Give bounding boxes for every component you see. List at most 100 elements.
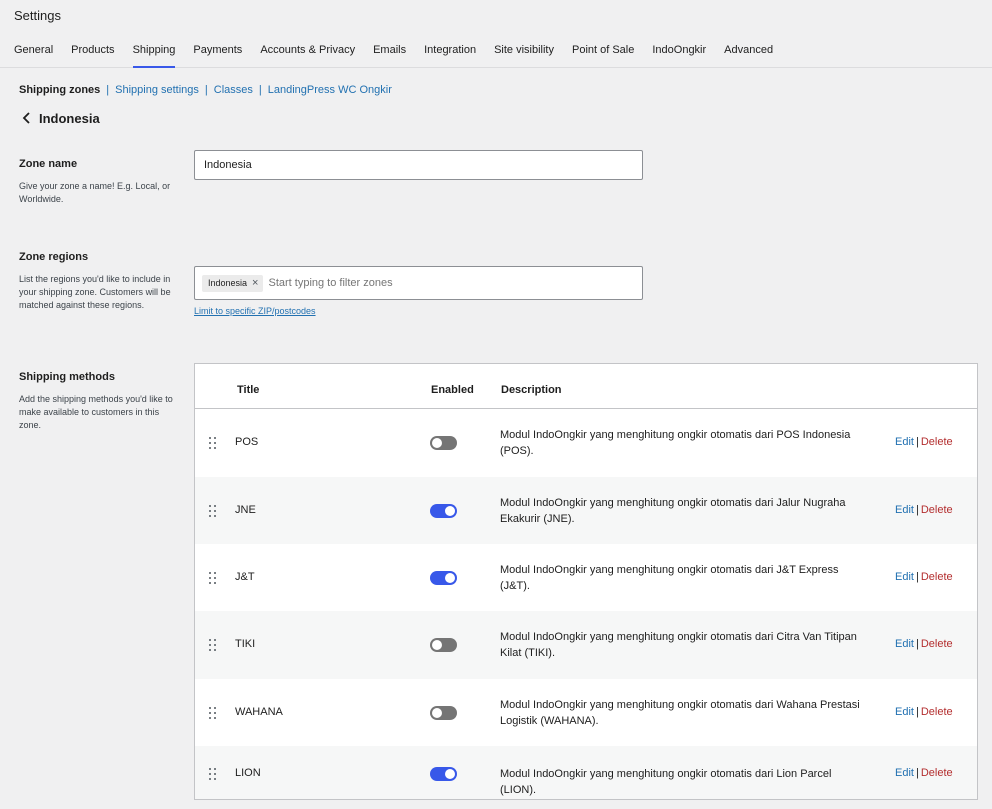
toggle-knob (445, 505, 455, 516)
zone-name-help: Give your zone a name! E.g. Local, or Wo… (19, 181, 171, 204)
drag-handle-icon[interactable] (209, 706, 217, 719)
tab-general[interactable]: General (14, 44, 53, 68)
method-enabled-toggle[interactable] (430, 436, 457, 450)
edit-method-link[interactable]: Edit (895, 638, 914, 650)
method-description: Modul IndoOngkir yang menghitung ongkir … (500, 563, 839, 592)
method-title: J&T (235, 570, 255, 583)
action-separator: | (915, 705, 919, 718)
table-header: Title Enabled Description (195, 364, 977, 409)
zone-title: Indonesia (39, 110, 100, 126)
region-chip-label: Indonesia (208, 278, 248, 288)
method-actions: Edit | Delete (895, 571, 953, 583)
method-description: Modul IndoOngkir yang menghitung ongkir … (500, 429, 851, 457)
zone-heading: Indonesia (20, 110, 100, 126)
method-title: TIKI (235, 638, 256, 650)
settings-tabs: General Products Shipping Payments Accou… (14, 44, 791, 68)
tab-products[interactable]: Products (71, 44, 114, 68)
method-description: Modul IndoOngkir yang menghitung ongkir … (500, 767, 832, 796)
subnav-classes[interactable]: Classes (214, 84, 253, 96)
settings-header: Settings General Products Shipping Payme… (0, 0, 992, 68)
method-title: LION (235, 766, 261, 779)
method-enabled-toggle[interactable] (430, 638, 457, 652)
tab-indoongkir[interactable]: IndoOngkir (652, 44, 706, 68)
tab-point-of-sale[interactable]: Point of Sale (572, 44, 634, 68)
toggle-knob (432, 438, 442, 448)
method-title: POS (235, 436, 259, 448)
method-actions: Edit | Delete (895, 436, 953, 448)
method-enabled-toggle[interactable] (430, 503, 457, 518)
table-row: POS Modul IndoOngkir yang menghitung ongk… (195, 409, 977, 477)
drag-handle-icon[interactable] (209, 571, 217, 584)
column-enabled: Enabled (431, 384, 474, 396)
toggle-knob (432, 707, 442, 718)
shipping-methods-section: Shipping methods Add the shipping method… (19, 371, 174, 432)
method-description: Modul IndoOngkir yang menghitung ongkir … (500, 698, 860, 727)
toggle-knob (432, 640, 442, 650)
subnav-shipping-zones: Shipping zones (19, 84, 101, 96)
tab-shipping[interactable]: Shipping (132, 44, 175, 68)
method-title: WAHANA (235, 705, 283, 718)
method-actions: Edit | Delete (895, 638, 953, 650)
tab-integration[interactable]: Integration (424, 44, 476, 68)
drag-handle-icon[interactable] (209, 437, 217, 449)
method-actions: Edit | Delete (895, 706, 953, 718)
tab-accounts-privacy[interactable]: Accounts & Privacy (260, 44, 355, 68)
edit-method-link[interactable]: Edit (895, 436, 914, 448)
zone-regions-section: Zone regions List the regions you'd like… (19, 251, 174, 312)
table-row: JNE Modul IndoOngkir yang menghitung ongk… (195, 477, 977, 544)
drag-handle-icon[interactable] (209, 504, 217, 517)
table-row: J&T Modul IndoOngkir yang menghitung ongk… (195, 544, 977, 611)
shipping-methods-help: Add the shipping methods you'd like to m… (19, 394, 173, 430)
close-icon[interactable]: × (252, 277, 258, 289)
method-title: JNE (235, 503, 256, 516)
method-actions: Edit | Delete (895, 767, 953, 779)
subnav-landingpress-wc-ongkir[interactable]: LandingPress WC Ongkir (268, 84, 392, 96)
delete-method-link[interactable]: Delete (921, 436, 953, 448)
tab-site-visibility[interactable]: Site visibility (494, 44, 554, 68)
zone-regions-field[interactable]: Indonesia × (194, 266, 643, 300)
toggle-knob (445, 768, 455, 779)
chevron-left-icon[interactable] (20, 110, 34, 126)
tab-payments[interactable]: Payments (193, 44, 242, 68)
subnav-shipping-settings[interactable]: Shipping settings (115, 84, 199, 96)
edit-method-link[interactable]: Edit (895, 504, 914, 516)
zone-name-input[interactable] (194, 150, 643, 180)
table-row: LION Modul IndoOngkir yang menghitung ong… (195, 746, 977, 799)
action-separator: | (915, 766, 919, 779)
limit-zip-link[interactable]: Limit to specific ZIP/postcodes (194, 306, 316, 316)
method-enabled-toggle[interactable] (430, 766, 457, 781)
subnav-separator: | (204, 84, 208, 96)
delete-method-link[interactable]: Delete (921, 504, 953, 516)
edit-method-link[interactable]: Edit (895, 571, 914, 583)
shipping-subnav: Shipping zones | Shipping settings | Cla… (19, 84, 392, 96)
column-title: Title (237, 384, 260, 396)
delete-method-link[interactable]: Delete (921, 638, 953, 650)
zone-regions-label: Zone regions (19, 251, 89, 263)
method-enabled-toggle[interactable] (430, 570, 457, 585)
action-separator: | (915, 436, 919, 448)
method-enabled-toggle[interactable] (430, 705, 457, 720)
toggle-knob (445, 572, 455, 583)
delete-method-link[interactable]: Delete (921, 767, 953, 779)
region-chip: Indonesia × (202, 274, 264, 292)
method-description: Modul IndoOngkir yang menghitung ongkir … (500, 496, 846, 525)
page-title: Settings (14, 8, 61, 23)
method-description: Modul IndoOngkir yang menghitung ongkir … (500, 631, 857, 659)
delete-method-link[interactable]: Delete (921, 571, 953, 583)
drag-handle-icon[interactable] (209, 639, 217, 651)
zone-regions-help: List the regions you'd like to include i… (19, 274, 171, 310)
drag-handle-icon[interactable] (209, 767, 217, 780)
table-row: TIKI Modul IndoOngkir yang menghitung ong… (195, 611, 977, 679)
method-actions: Edit | Delete (895, 504, 953, 516)
subnav-separator: | (258, 84, 262, 96)
edit-method-link[interactable]: Edit (895, 767, 914, 779)
action-separator: | (915, 638, 919, 650)
action-separator: | (915, 503, 919, 516)
edit-method-link[interactable]: Edit (895, 706, 914, 718)
shipping-methods-table: Title Enabled Description POS Modul IndoO… (194, 363, 978, 800)
tab-advanced[interactable]: Advanced (724, 44, 773, 68)
delete-method-link[interactable]: Delete (921, 706, 953, 718)
tab-emails[interactable]: Emails (373, 44, 406, 68)
regions-filter-input[interactable] (268, 277, 569, 289)
zone-name-label: Zone name (19, 158, 78, 170)
